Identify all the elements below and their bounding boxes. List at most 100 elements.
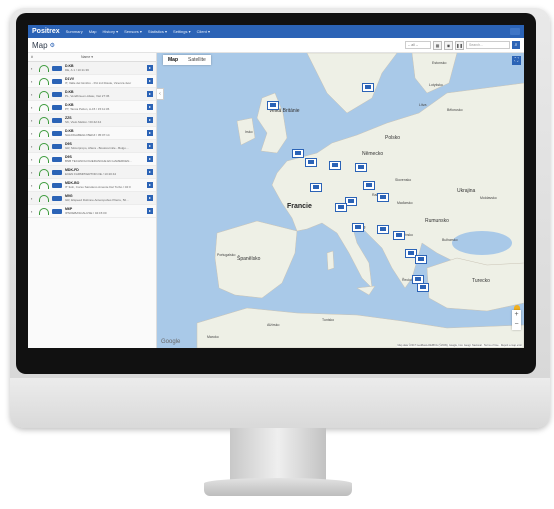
list-item[interactable]: ▪ D9S BNB TECHNOLOGIERANCHE EN HAMERKEN… ▸ — [28, 153, 156, 166]
monitor-stand-neck — [230, 428, 326, 482]
vehicle-action-button[interactable]: ▸ — [147, 130, 153, 136]
map-country-label: Francie — [287, 203, 312, 210]
vehicle-action-button[interactable]: ▸ — [147, 117, 153, 123]
list-item[interactable]: ▪ D.KB DE, A 1 / 10:11:36 ▸ — [28, 62, 156, 75]
list-item[interactable]: ▪ D.KB PT, Tanca Pelton, A-15 / 15:11:36 ▸ — [28, 101, 156, 114]
vehicle-marker-icon[interactable] — [310, 183, 322, 192]
truck-icon — [52, 156, 62, 162]
user-menu-button[interactable] — [510, 28, 520, 35]
vehicle-info: D.KB PT, Tanca Pelton, A-15 / 15:11:36 — [65, 103, 144, 111]
zoom-in-button[interactable]: + — [512, 310, 521, 320]
vehicle-info: M9G GR, Elspeed Dolimne Anteropubus Piler… — [65, 194, 144, 202]
vehicle-marker-icon[interactable] — [355, 163, 367, 172]
collapse-panel-icon[interactable]: ‹ — [157, 88, 164, 100]
app-logo[interactable]: Positrex — [32, 28, 60, 35]
tab-map[interactable]: Map — [163, 55, 183, 65]
map-view[interactable]: Map Satellite ‹ ⛶ + − Estonsko Lotyšsko … — [157, 53, 524, 348]
vehicle-marker-icon[interactable] — [415, 255, 427, 264]
vehicle-action-button[interactable]: ▸ — [147, 208, 153, 214]
map-country-label: Ukrajina — [457, 188, 476, 194]
vehicle-marker-icon[interactable] — [335, 203, 347, 212]
list-item[interactable]: ▪ D.KB SALDIGABEGIJ BEKZ / 05:07:14 ▸ — [28, 127, 156, 140]
gear-icon[interactable]: ⚙ — [50, 42, 55, 49]
vehicle-action-button[interactable]: ▸ — [147, 78, 153, 84]
fullscreen-icon[interactable]: ⛶ — [512, 56, 521, 65]
truck-icon — [52, 117, 62, 123]
nav-summary[interactable]: Summary — [66, 29, 83, 34]
zoom-out-button[interactable]: − — [512, 320, 521, 330]
list-item[interactable]: ▪ MDK-BO IT 3oln, Corso Sarsdeno Amente De… — [28, 179, 156, 192]
vehicle-action-button[interactable]: ▸ — [147, 143, 153, 149]
vehicle-action-button[interactable]: ▸ — [147, 169, 153, 175]
eye-icon[interactable]: ◉ — [444, 40, 453, 50]
nav-settings[interactable]: Settings ▾ — [173, 29, 191, 34]
vehicle-action-button[interactable]: ▸ — [147, 156, 153, 162]
page-header: Map ⚙ -- all -- ▦ ◉ ❚❚ Search... ⌕ — [28, 38, 524, 53]
list-item[interactable]: ▪ D9S GR, Motorpropo, Aftera - Bostorermil… — [28, 140, 156, 153]
vehicle-info: D9S GR, Motorpropo, Aftera - Bostorermile… — [65, 142, 144, 150]
group-select[interactable]: -- all -- — [405, 41, 431, 49]
truck-icon — [52, 130, 62, 136]
vehicle-info: MDK-BO IT 3oln, Corso Sarsdeno Amente Del… — [65, 181, 144, 189]
list-item[interactable]: ▪ D1VV IT, Valle del Isimbro - Pol ind Roi… — [28, 75, 156, 88]
row-checkbox-icon[interactable]: ▪ — [31, 66, 36, 71]
vehicle-action-button[interactable]: ▸ — [147, 65, 153, 71]
vehicle-marker-icon[interactable] — [362, 83, 374, 92]
vehicle-marker-icon[interactable] — [417, 283, 429, 292]
row-checkbox-icon[interactable]: ▪ — [31, 170, 36, 175]
row-checkbox-icon[interactable]: ▪ — [31, 144, 36, 149]
vehicle-info: MDK-FD ECEN FARMPFERTOR.OE / 10:20:44 — [65, 168, 144, 176]
nav-map[interactable]: Map — [89, 29, 97, 34]
list-item[interactable]: ▪ ZZS SK, Vielo Mellon / 00:42:44 ▸ — [28, 114, 156, 127]
vehicle-location: SALDIGABEGIJ BEKZ / 05:07:14 — [65, 133, 110, 137]
map-canvas — [196, 53, 524, 348]
map-type-tabs: Map Satellite — [163, 55, 211, 65]
vehicle-marker-icon[interactable] — [377, 225, 389, 234]
vehicle-marker-icon[interactable] — [363, 181, 375, 190]
search-input[interactable]: Search... — [466, 41, 510, 49]
pause-icon[interactable]: ❚❚ — [455, 40, 464, 50]
vehicle-location: ECEN FARMPFERTOR.OE / 10:20:44 — [65, 172, 117, 176]
row-checkbox-icon[interactable]: ▪ — [31, 157, 36, 162]
vehicle-action-button[interactable]: ▸ — [147, 91, 153, 97]
list-item[interactable]: ▪ MDK-FD ECEN FARMPFERTOR.OE / 10:20:44 ▸ — [28, 166, 156, 179]
row-checkbox-icon[interactable]: ▪ — [31, 196, 36, 201]
list-item[interactable]: ▪ M9G GR, Elspeed Dolimne Anteropubus Pile… — [28, 192, 156, 205]
row-checkbox-icon[interactable]: ▪ — [31, 79, 36, 84]
vehicle-info: D.KB PL, Vendbra-en-Alsau, Viel 27:36 — [65, 90, 144, 98]
vehicle-location: IT, Valle del Isimbro - Pol ind Roiole, … — [65, 81, 132, 85]
tab-satellite[interactable]: Satellite — [183, 55, 211, 65]
vehicle-marker-icon[interactable] — [329, 161, 341, 170]
nav-client[interactable]: Client ▾ — [197, 29, 210, 34]
vehicle-marker-icon[interactable] — [267, 101, 279, 110]
row-checkbox-icon[interactable]: ▪ — [31, 92, 36, 97]
list-item[interactable]: ▪ M6P IPNOEBASCALUSE / 04:15:00 ▸ — [28, 205, 156, 218]
vehicle-action-button[interactable]: ▸ — [147, 195, 153, 201]
map-country-label: Lotyšsko — [429, 83, 443, 87]
nav-statistics[interactable]: Statistics ▾ — [148, 29, 167, 34]
row-checkbox-icon[interactable]: ▪ — [31, 183, 36, 188]
search-icon[interactable]: ⌕ — [512, 41, 520, 49]
grid-view-icon[interactable]: ▦ — [433, 40, 442, 50]
vehicle-location: PL, Vendbra-en-Alsau, Viel 27:36 — [65, 94, 110, 98]
row-checkbox-icon[interactable]: ▪ — [31, 131, 36, 136]
nav-history[interactable]: History ▾ — [103, 29, 119, 34]
column-header-name[interactable]: Name ▾ — [81, 55, 93, 59]
column-header[interactable]: # — [31, 55, 33, 59]
nav-sensors[interactable]: Sensors ▾ — [124, 29, 142, 34]
vehicle-action-button[interactable]: ▸ — [147, 104, 153, 110]
row-checkbox-icon[interactable]: ▪ — [31, 118, 36, 123]
map-attribution[interactable]: Map data ©2017 GeoBasis-DE/BKG (©2009), … — [397, 344, 522, 347]
vehicle-marker-icon[interactable] — [305, 158, 317, 167]
row-checkbox-icon[interactable]: ▪ — [31, 209, 36, 214]
land-finland — [411, 53, 458, 94]
vehicle-marker-icon[interactable] — [393, 231, 405, 240]
vehicle-marker-icon[interactable] — [377, 193, 389, 202]
vehicle-marker-icon[interactable] — [352, 223, 364, 232]
truck-icon — [52, 182, 62, 188]
vehicle-action-button[interactable]: ▸ — [147, 182, 153, 188]
map-country-label: Řecko — [402, 278, 412, 282]
vehicle-marker-icon[interactable] — [292, 149, 304, 158]
list-item[interactable]: ▪ D.KB PL, Vendbra-en-Alsau, Viel 27:36 ▸ — [28, 88, 156, 101]
row-checkbox-icon[interactable]: ▪ — [31, 105, 36, 110]
